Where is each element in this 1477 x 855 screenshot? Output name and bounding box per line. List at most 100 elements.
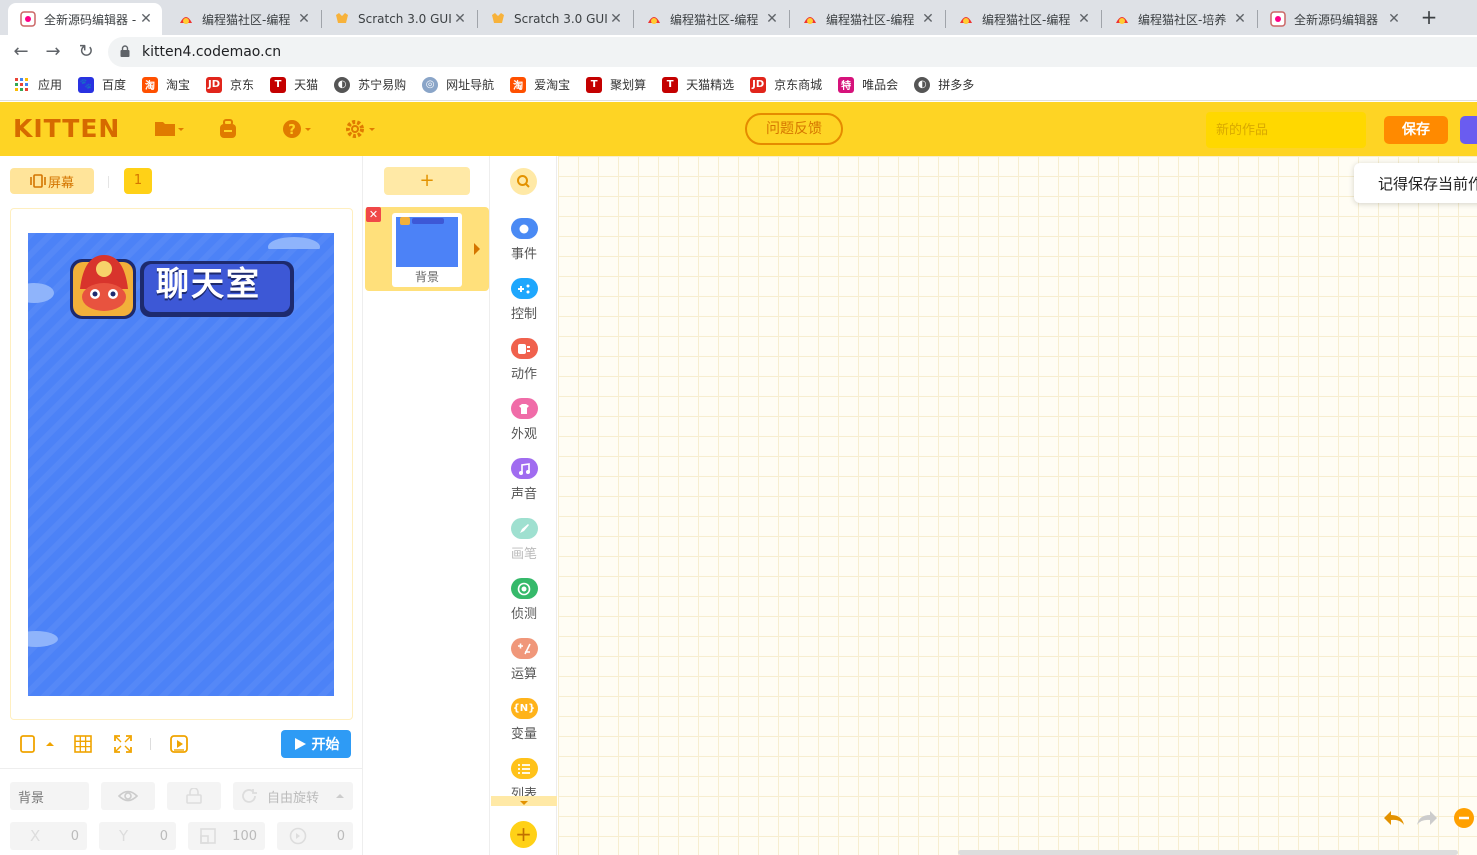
close-tab-icon[interactable]: ✕: [452, 11, 468, 27]
code-workspace[interactable]: 记得保存当前作: [558, 156, 1477, 855]
fullscreen-icon[interactable]: [113, 734, 133, 754]
search-blocks-button[interactable]: [510, 168, 537, 195]
list-icon: [510, 758, 538, 779]
save-reminder-tooltip: 记得保存当前作: [1354, 163, 1477, 203]
rotation-mode-select[interactable]: 自由旋转: [233, 782, 353, 810]
close-tab-icon[interactable]: ✕: [1232, 11, 1248, 27]
stage-canvas[interactable]: 聊天室: [28, 233, 334, 696]
project-name-input[interactable]: [1206, 112, 1366, 148]
expand-arrow-icon[interactable]: [474, 243, 480, 255]
bookmark-label: 唯品会: [862, 78, 899, 92]
bookmark-baidu[interactable]: 🐾 百度: [78, 76, 126, 93]
forward-arrow-icon[interactable]: →: [42, 41, 64, 63]
url-field[interactable]: kitten4.codemao.cn: [108, 37, 1477, 67]
category-event[interactable]: 事件: [491, 218, 557, 274]
baidu-icon: 🐾: [78, 76, 95, 93]
category-operator[interactable]: 运算: [491, 638, 557, 694]
screen-toggle-button[interactable]: 屏幕: [10, 168, 94, 194]
browser-tab[interactable]: 编程猫社区-编程 ✕: [790, 3, 944, 35]
phone-size-icon[interactable]: [18, 734, 38, 754]
save-button[interactable]: 保存: [1384, 116, 1448, 144]
sprite-card[interactable]: 背景 ✕: [365, 207, 489, 291]
sprite-properties: 背景 自由旋转 X 0 Y 0 100 0: [0, 768, 363, 855]
bookmarks-bar: 应用 🐾 百度 淘淘宝 JD 京东 T 天猫 ◐ 苏宁易购 ◎ 网址导航 淘爱淘宝 T 聚划…: [0, 69, 1477, 101]
scroll-more-indicator[interactable]: [491, 796, 557, 806]
bookmark-tmall-select[interactable]: T 天猫精选: [662, 76, 734, 93]
browser-tab[interactable]: 编程猫社区-编程 ✕: [946, 3, 1100, 35]
play-screen-icon[interactable]: [169, 734, 189, 754]
codemao-favicon-icon: [1114, 11, 1130, 27]
redo-icon[interactable]: [1415, 808, 1439, 828]
category-label: 事件: [510, 247, 537, 262]
bookmark-jd[interactable]: JD 京东: [206, 76, 254, 93]
feedback-button[interactable]: 问题反馈: [745, 113, 843, 145]
screen-label: 屏幕: [47, 175, 74, 191]
play-icon: [294, 738, 306, 750]
bookmark-label: 京东: [230, 78, 255, 92]
browser-tab[interactable]: Scratch 3.0 GUI ✕: [322, 3, 476, 35]
bookmark-jd-mall[interactable]: JD 京东商城: [750, 76, 822, 93]
looks-icon: [510, 398, 538, 419]
x-position-field[interactable]: X 0: [10, 822, 87, 850]
undo-icon[interactable]: [1382, 808, 1406, 828]
chatroom-title: 聊天室: [156, 264, 261, 303]
help-menu-button[interactable]: ?: [282, 118, 312, 140]
browser-tab[interactable]: Scratch 3.0 GUI ✕: [478, 3, 632, 35]
sprite-name-field[interactable]: 背景: [10, 782, 89, 810]
publish-button[interactable]: [1460, 116, 1477, 144]
category-variable[interactable]: {N} 变量: [491, 698, 557, 754]
close-tab-icon[interactable]: ✕: [920, 11, 936, 27]
browser-tab[interactable]: 编程猫社区-编程 ✕: [634, 3, 788, 35]
direction-field[interactable]: 0: [277, 822, 353, 850]
y-label: Y: [119, 827, 129, 845]
close-tab-icon[interactable]: ✕: [608, 11, 624, 27]
back-arrow-icon[interactable]: ←: [10, 41, 32, 63]
start-button[interactable]: 开始: [281, 730, 351, 758]
horizontal-scrollbar[interactable]: [958, 850, 1458, 855]
reload-icon[interactable]: ↻: [75, 41, 97, 63]
bookmark-aitaobao[interactable]: 淘爱淘宝: [510, 76, 570, 93]
delete-sprite-icon[interactable]: ✕: [366, 207, 381, 222]
category-looks[interactable]: 外观: [491, 398, 557, 454]
browser-tab[interactable]: 全新源码编辑器 - ✕: [8, 3, 162, 35]
address-bar-row: ← → ↻ kitten4.codemao.cn: [0, 35, 1477, 69]
bookmark-juhuasuan[interactable]: T 聚划算: [586, 76, 646, 93]
screen-number-tab[interactable]: 1: [124, 168, 152, 194]
bookmark-taobao[interactable]: 淘淘宝: [142, 76, 190, 93]
y-position-field[interactable]: Y 0: [99, 822, 176, 850]
lock-icon: [186, 788, 202, 804]
new-tab-icon[interactable]: +: [1416, 5, 1442, 31]
bookmark-nav[interactable]: ◎ 网址导航: [422, 76, 494, 93]
category-motion[interactable]: 动作: [491, 338, 557, 394]
backpack-button[interactable]: [218, 118, 238, 140]
visibility-toggle[interactable]: [101, 782, 155, 810]
bookmark-pdd[interactable]: ◐ 拼多多: [914, 76, 974, 93]
close-tab-icon[interactable]: ✕: [138, 11, 154, 27]
category-control[interactable]: 控制: [491, 278, 557, 334]
close-tab-icon[interactable]: ✕: [296, 11, 312, 27]
bookmark-apps[interactable]: 应用: [14, 76, 62, 93]
category-sensing[interactable]: 侦测: [491, 578, 557, 634]
caret-up-icon[interactable]: [44, 734, 56, 754]
bookmark-vip[interactable]: 特唯品会: [838, 76, 898, 93]
zoom-out-icon[interactable]: [1454, 808, 1474, 828]
y-value: 0: [159, 828, 168, 844]
settings-menu-button[interactable]: [345, 118, 377, 140]
grid-icon[interactable]: [73, 734, 93, 754]
category-sound[interactable]: 声音: [491, 458, 557, 514]
browser-tab[interactable]: 编程猫社区-编程 ✕: [166, 3, 320, 35]
close-tab-icon[interactable]: ✕: [1386, 11, 1402, 27]
lock-toggle[interactable]: [167, 782, 221, 810]
add-sprite-button[interactable]: +: [384, 167, 470, 195]
bookmark-suning[interactable]: ◐ 苏宁易购: [334, 76, 406, 93]
size-field[interactable]: 100: [188, 822, 265, 850]
close-tab-icon[interactable]: ✕: [1076, 11, 1092, 27]
bookmark-tmall[interactable]: T 天猫: [270, 76, 318, 93]
file-menu-button[interactable]: [154, 118, 184, 140]
close-tab-icon[interactable]: ✕: [764, 11, 780, 27]
category-pen[interactable]: 画笔: [491, 518, 557, 574]
browser-tab[interactable]: 编程猫社区-培养 ✕: [1102, 3, 1256, 35]
add-extension-button[interactable]: +: [510, 821, 537, 848]
codemao-favicon-icon: [178, 11, 194, 27]
browser-tab[interactable]: 全新源码编辑器 ✕: [1258, 3, 1410, 35]
